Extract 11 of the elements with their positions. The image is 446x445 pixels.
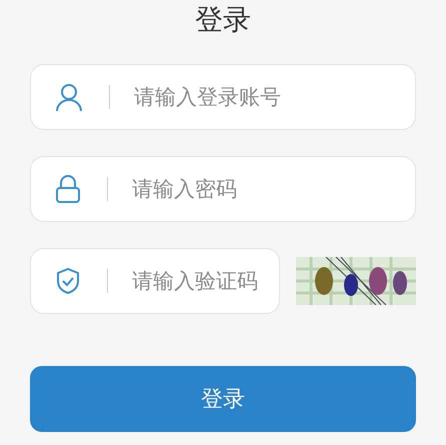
lock-icon [55,175,81,203]
page-title: 登录 [195,2,251,38]
login-button[interactable]: 登录 [30,366,416,432]
text-input[interactable]: 请输入登录账号 [134,85,415,109]
input-field[interactable]: 请输入登录账号 [30,64,416,130]
user-icon [55,83,83,111]
text-input[interactable]: 请输入密码 [132,177,415,201]
input-field[interactable]: 请输入密码 [30,156,416,222]
text-input[interactable]: 请输入验证码 [132,269,279,293]
shield-icon [55,267,81,295]
input-field[interactable]: 请输入验证码 [30,248,280,314]
